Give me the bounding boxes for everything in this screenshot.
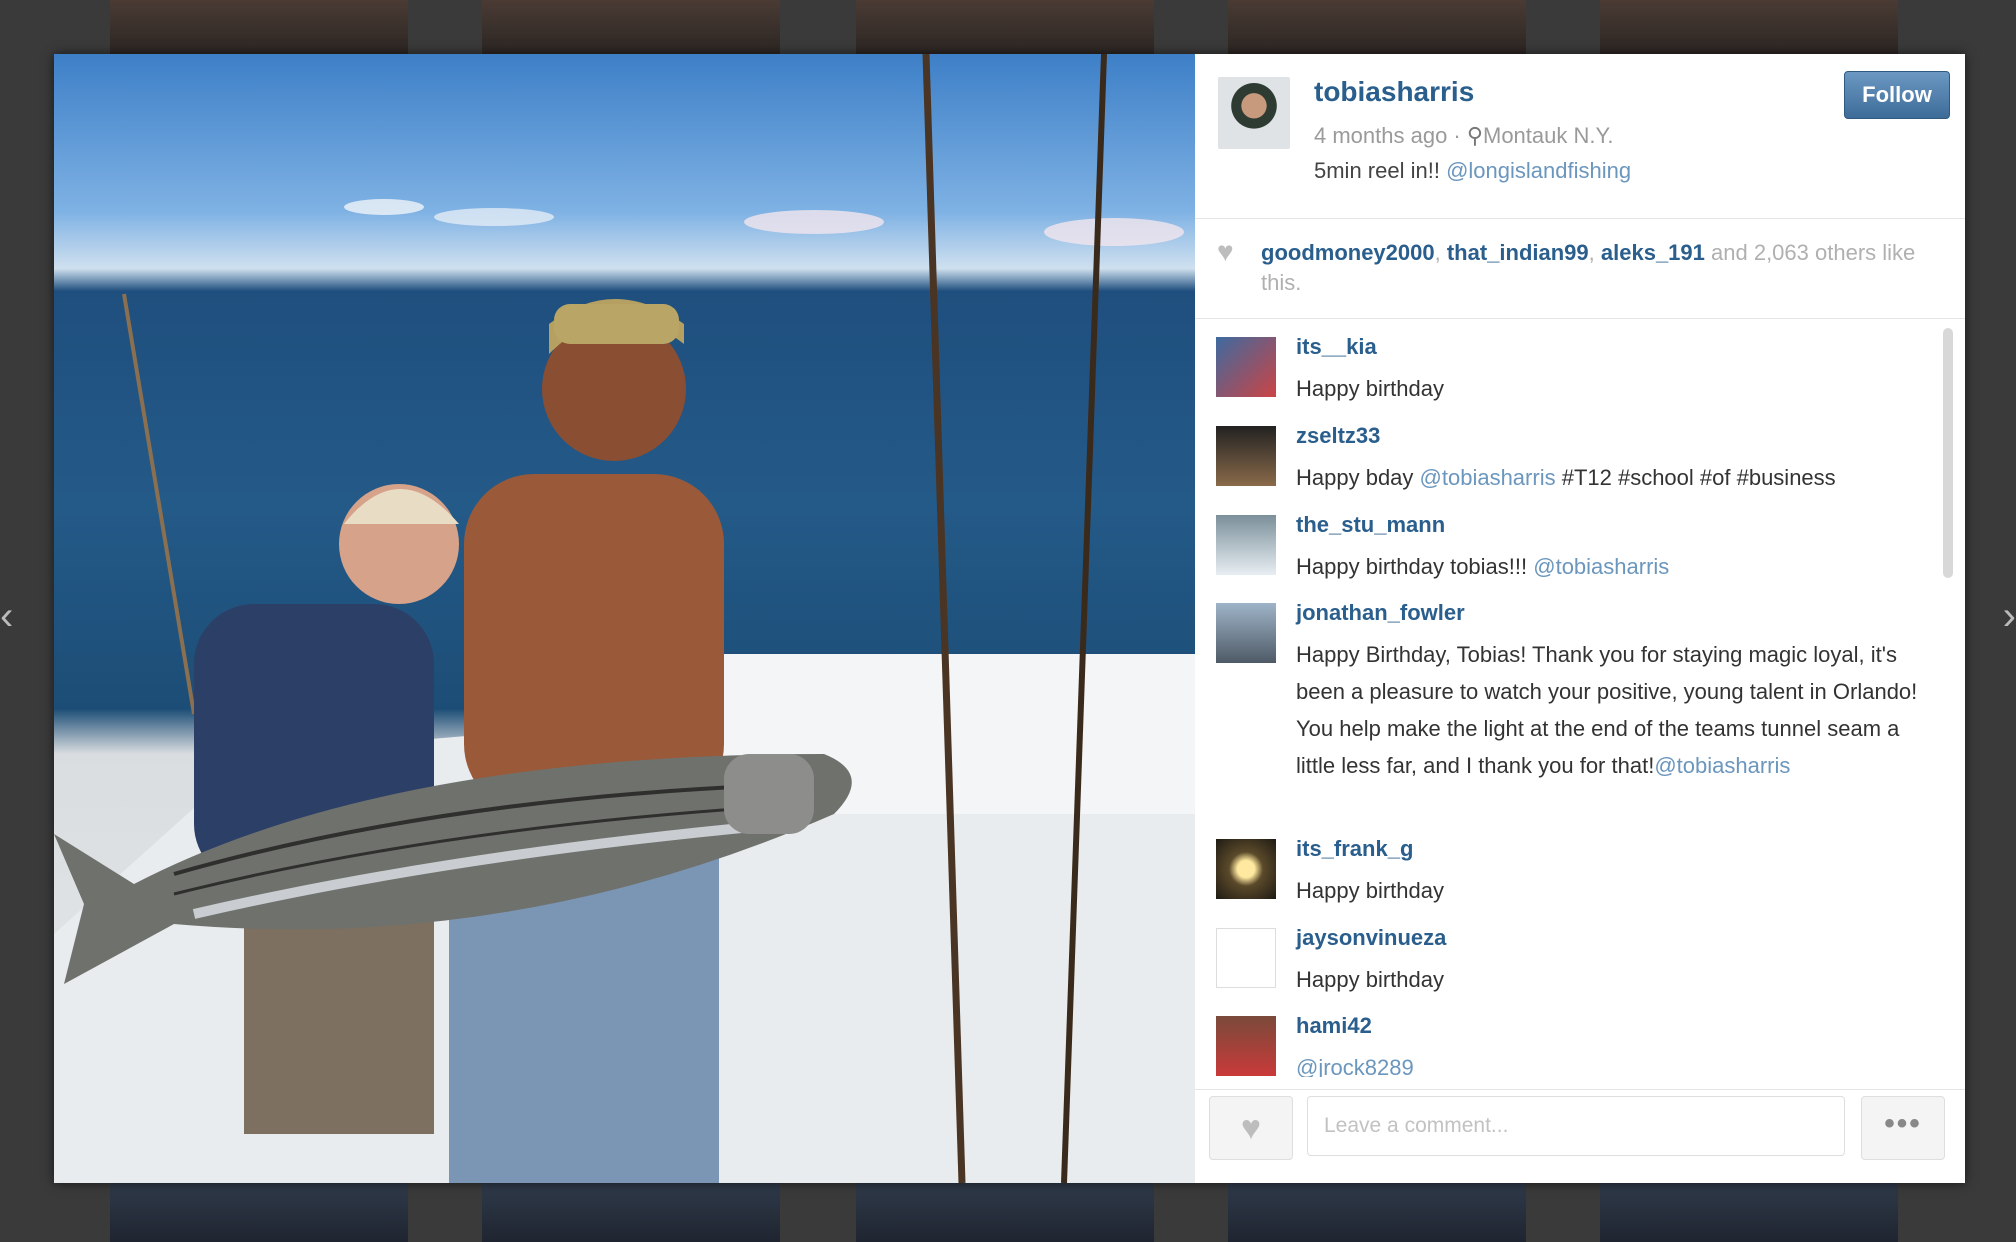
post-sidebar: tobiasharris 4 months ago · ⚲Montauk N.Y…	[1195, 54, 1965, 1183]
comment-text: Happy birthday	[1296, 961, 1926, 998]
background-thumbnail[interactable]	[856, 1183, 1154, 1242]
comment-mention[interactable]: @tobiasharris	[1654, 753, 1790, 778]
comment-body: Happy Birthday, Tobias! Thank you for st…	[1296, 642, 1918, 778]
comment-username[interactable]: its_frank_g	[1296, 836, 1413, 862]
background-thumbnail[interactable]	[482, 0, 780, 54]
comments-list[interactable]: its__kia Happy birthday zseltz33 Happy b…	[1195, 322, 1965, 1077]
background-thumbnail[interactable]	[1600, 0, 1898, 54]
comment-username[interactable]: its__kia	[1296, 334, 1377, 360]
heart-icon: ♥	[1217, 236, 1234, 267]
comment-footer: ♥ •••	[1195, 1089, 1965, 1184]
likes-section: ♥ goodmoney2000, that_indian99, aleks_19…	[1195, 218, 1965, 319]
avatar[interactable]	[1216, 839, 1276, 899]
photo-illustration	[54, 54, 1195, 1183]
heart-icon: ♥	[1240, 1109, 1262, 1147]
comment-text: @jrock8289	[1296, 1049, 1926, 1077]
likes-text: goodmoney2000, that_indian99, aleks_191 …	[1261, 240, 1916, 295]
comment-input[interactable]	[1307, 1096, 1845, 1156]
caption-mention[interactable]: @longislandfishing	[1446, 158, 1631, 183]
comment-username[interactable]: jonathan_fowler	[1296, 600, 1465, 626]
post-caption: 5min reel in!! @longislandfishing	[1314, 158, 1631, 184]
comment-mention[interactable]: @jrock8289	[1296, 1055, 1414, 1077]
like-user[interactable]: goodmoney2000	[1261, 240, 1435, 265]
post-modal: tobiasharris 4 months ago · ⚲Montauk N.Y…	[54, 54, 1965, 1183]
more-options-button[interactable]: •••	[1861, 1096, 1945, 1160]
comments-scrollbar[interactable]	[1943, 328, 1953, 578]
comment-text: Happy birthday	[1296, 872, 1926, 909]
background-thumbnail[interactable]	[1228, 1183, 1526, 1242]
location-link[interactable]: Montauk N.Y.	[1483, 123, 1613, 148]
comment-body: Happy birthday	[1296, 878, 1444, 903]
comment-username[interactable]: jaysonvinueza	[1296, 925, 1446, 951]
comment-body: #T12 #school #of #business	[1555, 465, 1836, 490]
avatar[interactable]	[1216, 603, 1276, 663]
comment-text: Happy birthday tobias!!! @tobiasharris	[1296, 548, 1926, 585]
background-thumbnail[interactable]	[110, 0, 408, 54]
comment-username[interactable]: the_stu_mann	[1296, 512, 1445, 538]
time-ago[interactable]: 4 months ago	[1314, 123, 1447, 148]
comment-username[interactable]: zseltz33	[1296, 423, 1380, 449]
like-user[interactable]: aleks_191	[1601, 240, 1705, 265]
avatar[interactable]	[1216, 928, 1276, 988]
previous-arrow-icon[interactable]: ‹	[0, 590, 14, 642]
meta-separator: ·	[1447, 123, 1467, 148]
background-thumbnail[interactable]	[110, 1183, 408, 1242]
post-header: tobiasharris 4 months ago · ⚲Montauk N.Y…	[1195, 54, 1965, 219]
background-thumbnail-strip-top	[0, 0, 2016, 54]
pin-icon: ⚲	[1466, 123, 1483, 148]
like-user[interactable]: that_indian99	[1447, 240, 1589, 265]
comment-body: Happy birthday	[1296, 376, 1444, 401]
comment-username[interactable]: hami42	[1296, 1013, 1372, 1039]
post-meta: 4 months ago · ⚲Montauk N.Y.	[1314, 123, 1613, 149]
avatar[interactable]	[1216, 1016, 1276, 1076]
avatar[interactable]	[1216, 515, 1276, 575]
background-thumbnail[interactable]	[482, 1183, 780, 1242]
comment-body: Happy birthday	[1296, 967, 1444, 992]
avatar[interactable]	[1218, 77, 1290, 149]
comment-text: Happy bday @tobiasharris #T12 #school #o…	[1296, 459, 1926, 496]
comment-body: Happy birthday tobias!!!	[1296, 554, 1534, 579]
avatar[interactable]	[1216, 337, 1276, 397]
background-thumbnail-strip-bottom	[0, 1183, 2016, 1242]
comment-text: Happy birthday	[1296, 370, 1926, 407]
background-thumbnail[interactable]	[1600, 1183, 1898, 1242]
comment-body: Happy bday	[1296, 465, 1420, 490]
follow-button[interactable]: Follow	[1844, 71, 1950, 119]
next-arrow-icon[interactable]: ›	[2002, 590, 2016, 642]
post-username[interactable]: tobiasharris	[1314, 76, 1474, 108]
caption-text: 5min reel in!!	[1314, 158, 1447, 183]
background-thumbnail[interactable]	[856, 0, 1154, 54]
comment-mention[interactable]: @tobiasharris	[1420, 465, 1556, 490]
background-thumbnail[interactable]	[1228, 0, 1526, 54]
avatar[interactable]	[1216, 426, 1276, 486]
comment-mention[interactable]: @tobiasharris	[1533, 554, 1669, 579]
post-photo[interactable]	[54, 54, 1195, 1183]
comment-text: Happy Birthday, Tobias! Thank you for st…	[1296, 636, 1926, 784]
like-button[interactable]: ♥	[1209, 1096, 1293, 1160]
